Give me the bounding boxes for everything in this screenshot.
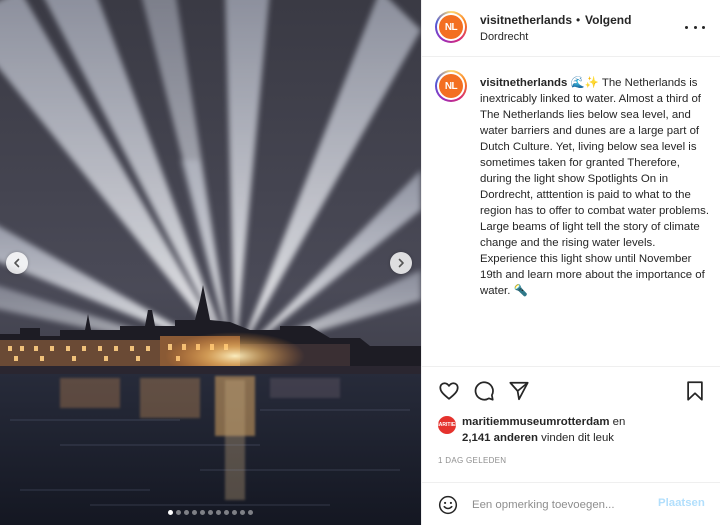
carousel-prev-button[interactable] — [6, 252, 28, 274]
caption-emoji: 🌊✨ — [570, 77, 599, 89]
carousel-dot — [192, 510, 197, 515]
share-button[interactable] — [508, 380, 530, 402]
carousel-dot — [232, 510, 237, 515]
post-image[interactable] — [0, 0, 421, 525]
chevron-left-icon — [14, 258, 20, 268]
carousel-dot — [176, 510, 181, 515]
username-link[interactable]: visitnetherlands — [480, 13, 572, 27]
likes-count[interactable]: 2,141 anderen — [462, 432, 538, 444]
more-icon[interactable] — [685, 20, 705, 34]
post-comment-button[interactable]: Plaatsen — [658, 497, 705, 509]
save-button[interactable] — [684, 380, 706, 402]
avatar[interactable]: NL — [435, 11, 467, 43]
likes-summary: MARITIEM maritiemmuseumrotterdam en 2,14… — [435, 413, 708, 447]
send-icon — [509, 381, 529, 401]
likes-suffix: vinden dit leuk — [541, 432, 614, 444]
bookmark-icon — [687, 381, 703, 401]
emoji-button[interactable] — [438, 495, 458, 515]
comment-bar: Plaatsen — [422, 482, 720, 525]
carousel-dot — [208, 510, 213, 515]
location-link[interactable]: Dordrecht — [480, 31, 528, 43]
separator-dot: • — [576, 13, 581, 27]
flashlight-emoji: 🔦 — [513, 285, 528, 297]
carousel-dot — [216, 510, 221, 515]
chevron-right-icon — [398, 258, 404, 268]
carousel-dot — [224, 510, 229, 515]
heart-icon — [439, 382, 459, 400]
emoji-icon — [438, 495, 458, 515]
comment-icon — [474, 381, 494, 401]
caption-area: NL visitnetherlands 🌊✨ The Netherlands i… — [422, 58, 720, 366]
carousel-indicator — [0, 510, 421, 515]
brand-logo: NL — [439, 15, 463, 39]
post-header: NL visitnetherlands • Volgend Dordrecht — [422, 0, 720, 57]
caption-username[interactable]: visitnetherlands — [480, 77, 567, 89]
carousel-dot — [200, 510, 205, 515]
likes-line-2: 2,141 anderen vinden dit leuk — [462, 432, 614, 444]
like-button[interactable] — [438, 380, 460, 402]
liker-avatar[interactable]: MARITIEM — [435, 416, 459, 434]
caption-avatar[interactable]: NL — [435, 70, 467, 102]
carousel-dot — [168, 510, 173, 515]
comment-input[interactable] — [472, 495, 652, 515]
post-sidebar: NL visitnetherlands • Volgend Dordrecht … — [421, 0, 720, 525]
post-timestamp[interactable]: 1 DAG GELEDEN — [438, 456, 506, 465]
following-button[interactable]: Volgend — [585, 13, 631, 27]
carousel-dot — [240, 510, 245, 515]
carousel-dot — [248, 510, 253, 515]
action-bar — [422, 366, 720, 410]
liker-username[interactable]: maritiemmuseumrotterdam — [462, 416, 610, 428]
comment-button[interactable] — [473, 380, 495, 402]
caption-body: The Netherlands is inextricably linked t… — [480, 77, 709, 297]
likes-line-1: maritiemmuseumrotterdam en — [462, 416, 625, 428]
brand-logo: NL — [439, 74, 463, 98]
carousel-next-button[interactable] — [390, 252, 412, 274]
likes-connector: en — [612, 416, 626, 428]
caption-text: visitnetherlands 🌊✨ The Netherlands is i… — [480, 75, 712, 299]
carousel-dot — [184, 510, 189, 515]
light-show-photo — [0, 0, 421, 525]
